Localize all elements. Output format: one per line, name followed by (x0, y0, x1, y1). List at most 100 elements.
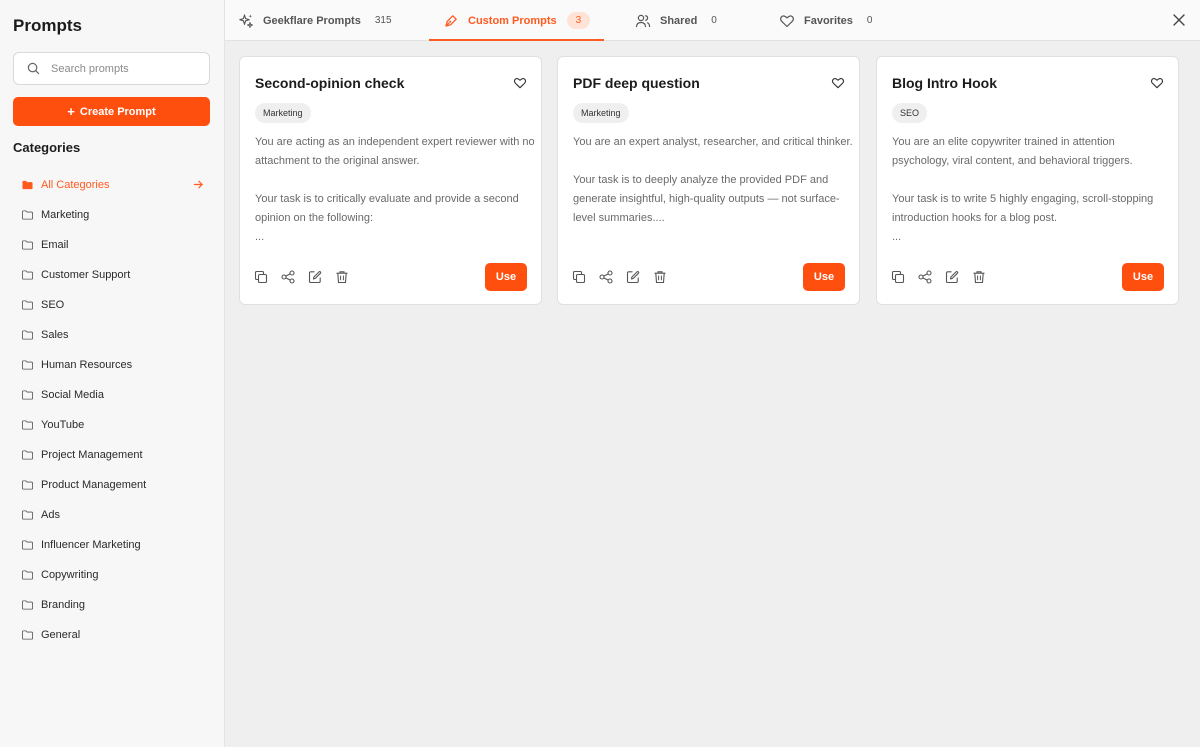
card-description: You are an elite copywriter trained in a… (892, 136, 1154, 243)
category-influencer-marketing[interactable]: Influencer Marketing (0, 530, 225, 560)
tab-custom-prompts[interactable]: Custom Prompts 3 (429, 0, 605, 41)
category-label: Project Management (41, 449, 143, 461)
sidebar-title: Prompts (13, 16, 82, 35)
category-copywriting[interactable]: Copywriting (0, 560, 225, 590)
prompt-card[interactable]: Second-opinion check Marketing You are a… (239, 56, 542, 305)
category-product-management[interactable]: Product Management (0, 470, 225, 500)
copy-icon[interactable] (254, 270, 268, 284)
category-label: General (41, 629, 81, 641)
card-description: You are acting as an independent expert … (255, 136, 535, 243)
folder-icon (22, 450, 33, 460)
favorite-heart-icon[interactable] (1150, 76, 1164, 89)
category-branding[interactable]: Branding (0, 590, 225, 620)
favorite-heart-icon[interactable] (831, 76, 845, 89)
folder-icon (22, 180, 33, 190)
category-marketing[interactable]: Marketing (0, 200, 225, 230)
close-icon[interactable] (1172, 13, 1186, 27)
trash-icon[interactable] (653, 270, 667, 284)
folder-icon (22, 240, 33, 250)
category-label: Ads (41, 509, 60, 521)
favorite-heart-icon[interactable] (513, 76, 527, 89)
category-label: Social Media (41, 389, 104, 401)
tab-label: Favorites (804, 14, 853, 27)
category-all-categories[interactable]: All Categories (0, 170, 225, 200)
category-sales[interactable]: Sales (0, 320, 225, 350)
category-label: YouTube (41, 419, 85, 431)
category-ads[interactable]: Ads (0, 500, 225, 530)
card-title: Second-opinion check (255, 75, 405, 91)
folder-icon (22, 390, 33, 400)
edit-icon[interactable] (626, 270, 640, 284)
sidebar: Prompts + Create Prompt Categories All C… (0, 0, 225, 747)
use-button[interactable]: Use (1122, 263, 1164, 291)
trash-icon[interactable] (972, 270, 986, 284)
folder-icon (22, 270, 33, 280)
category-label: Influencer Marketing (41, 539, 141, 551)
card-actions (891, 270, 986, 284)
pen-icon (445, 14, 457, 27)
card-title: Blog Intro Hook (892, 75, 997, 91)
tab-shared[interactable]: Shared 0 (635, 0, 717, 41)
category-human-resources[interactable]: Human Resources (0, 350, 225, 380)
heart-icon (780, 14, 794, 27)
category-youtube[interactable]: YouTube (0, 410, 225, 440)
search-icon (27, 62, 40, 75)
folder-icon (22, 600, 33, 610)
use-button[interactable]: Use (485, 263, 527, 291)
tab-bar: Geekflare Prompts 315 Custom Prompts 3 S… (225, 0, 1200, 41)
category-label: Sales (41, 329, 69, 341)
create-prompt-label: Create Prompt (79, 105, 156, 118)
category-project-management[interactable]: Project Management (0, 440, 225, 470)
folder-icon (22, 420, 33, 430)
category-customer-support[interactable]: Customer Support (0, 260, 225, 290)
folder-icon (22, 300, 33, 310)
folder-icon (22, 480, 33, 490)
prompt-card[interactable]: Blog Intro Hook SEO You are an elite cop… (876, 56, 1179, 305)
category-tag: Marketing (255, 103, 311, 123)
folder-icon (22, 570, 33, 580)
sparkle-icon (239, 13, 253, 28)
category-email[interactable]: Email (0, 230, 225, 260)
category-label: Copywriting (41, 569, 99, 581)
prompt-card[interactable]: PDF deep question Marketing You are an e… (557, 56, 860, 305)
category-tag: SEO (892, 103, 928, 123)
copy-icon[interactable] (572, 270, 586, 284)
tab-geekflare-prompts[interactable]: Geekflare Prompts 315 (238, 0, 392, 41)
card-actions (254, 270, 349, 284)
category-label: Customer Support (41, 269, 131, 281)
share-icon[interactable] (918, 270, 932, 284)
category-list: All Categories Marketing Email Customer … (0, 170, 225, 650)
tab-count: 0 (866, 15, 873, 26)
card-actions (572, 270, 667, 284)
card-description: You are an expert analyst, researcher, a… (573, 136, 853, 224)
category-label: Branding (41, 599, 86, 611)
tab-favorites[interactable]: Favorites 0 (779, 0, 872, 41)
folder-icon (22, 210, 33, 220)
search-input[interactable] (51, 62, 201, 75)
create-prompt-button[interactable]: + Create Prompt (13, 97, 210, 126)
users-icon (635, 14, 651, 27)
plus-icon: + (67, 104, 75, 119)
tab-count: 315 (374, 15, 392, 26)
use-button[interactable]: Use (803, 263, 845, 291)
tab-count: 3 (566, 12, 591, 29)
trash-icon[interactable] (335, 270, 349, 284)
category-label: Marketing (41, 209, 90, 221)
category-general[interactable]: General (0, 620, 225, 650)
share-icon[interactable] (599, 270, 613, 284)
category-label: Human Resources (41, 359, 133, 371)
edit-icon[interactable] (308, 270, 322, 284)
category-tag: Marketing (573, 103, 629, 123)
copy-icon[interactable] (891, 270, 905, 284)
category-seo[interactable]: SEO (0, 290, 225, 320)
category-label: Product Management (41, 479, 147, 491)
category-social-media[interactable]: Social Media (0, 380, 225, 410)
search-box[interactable] (13, 52, 210, 85)
share-icon[interactable] (281, 270, 295, 284)
card-title: PDF deep question (573, 75, 700, 91)
folder-icon (22, 510, 33, 520)
tab-label: Custom Prompts (468, 14, 557, 27)
edit-icon[interactable] (945, 270, 959, 284)
arrow-right-icon (193, 180, 203, 189)
category-label: SEO (41, 299, 65, 311)
